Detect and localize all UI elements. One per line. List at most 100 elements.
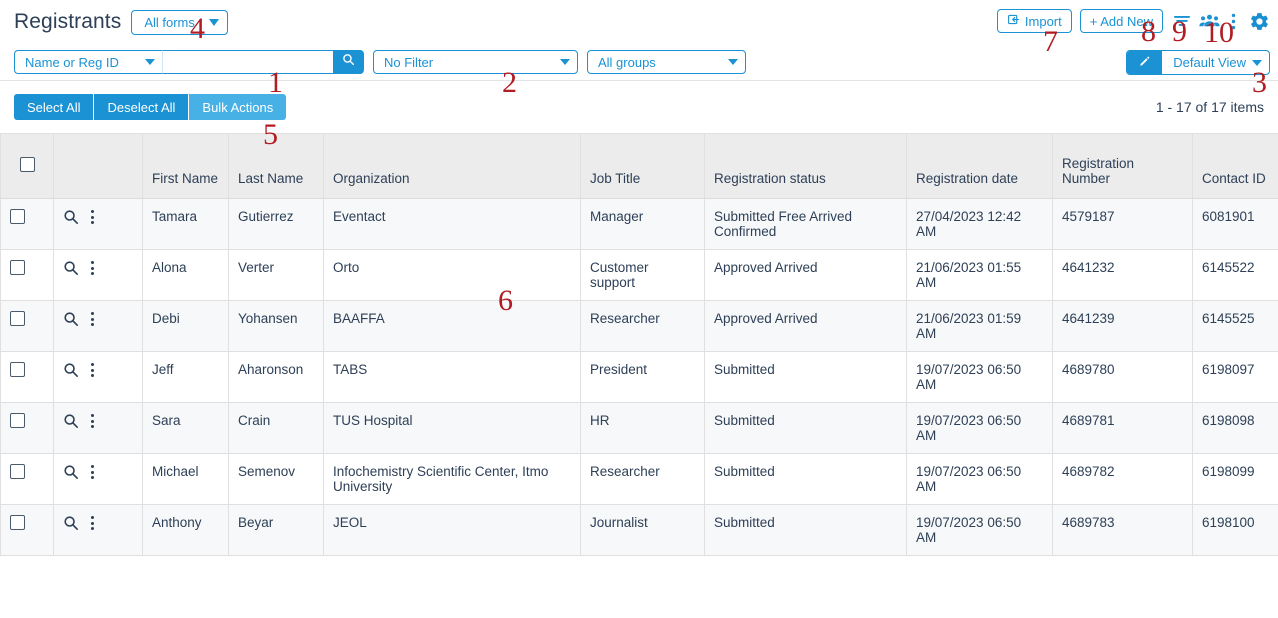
header-job-title[interactable]: Job Title bbox=[580, 133, 705, 199]
cell-organization: Orto bbox=[323, 249, 581, 301]
groups-filter-select[interactable]: All groups bbox=[587, 50, 746, 74]
table-head: First Name Last Name Organization Job Ti… bbox=[0, 133, 1278, 199]
view-details-icon[interactable] bbox=[63, 311, 79, 327]
view-details-icon[interactable] bbox=[63, 362, 79, 378]
table-row[interactable]: Michael Semenov Infochemistry Scientific C… bbox=[0, 453, 1278, 505]
view-selector[interactable]: Default View bbox=[1126, 50, 1270, 75]
row-actions-cell bbox=[53, 351, 143, 403]
deselect-all-button[interactable]: Deselect All bbox=[93, 94, 189, 120]
row-checkbox[interactable] bbox=[10, 413, 25, 428]
row-actions-cell bbox=[53, 402, 143, 454]
row-menu-icon[interactable] bbox=[91, 465, 94, 479]
row-select-cell bbox=[0, 198, 54, 250]
view-details-icon[interactable] bbox=[63, 209, 79, 225]
add-new-label: + Add New bbox=[1089, 13, 1153, 29]
search-input[interactable] bbox=[162, 50, 333, 74]
cell-job-title: Researcher bbox=[580, 300, 705, 352]
vertical-dots-icon[interactable] bbox=[1228, 13, 1239, 30]
row-checkbox[interactable] bbox=[10, 209, 25, 224]
top-bar-actions: Import + Add New bbox=[996, 9, 1270, 33]
cell-organization: BAAFFA bbox=[323, 300, 581, 352]
gear-icon[interactable] bbox=[1249, 11, 1270, 32]
cell-first-name: Anthony bbox=[142, 504, 229, 556]
cell-registration-status: Submitted bbox=[704, 351, 907, 403]
row-menu-icon[interactable] bbox=[91, 261, 94, 275]
cell-organization: Eventact bbox=[323, 198, 581, 250]
table-row[interactable]: Debi Yohansen BAAFFA Researcher Approved Arr… bbox=[0, 300, 1278, 352]
chevron-down-icon bbox=[728, 59, 738, 65]
row-menu-icon[interactable] bbox=[91, 312, 94, 326]
cell-organization: TUS Hospital bbox=[323, 402, 581, 454]
all-forms-select[interactable]: All forms bbox=[131, 9, 228, 35]
search-field-select[interactable]: Name or Reg ID bbox=[14, 50, 162, 74]
view-details-icon[interactable] bbox=[63, 260, 79, 276]
cell-last-name: Yohansen bbox=[228, 300, 324, 352]
row-checkbox[interactable] bbox=[10, 311, 25, 326]
search-button[interactable] bbox=[333, 50, 364, 74]
cell-registration-number: 4579187 bbox=[1052, 198, 1193, 250]
cell-registration-number: 4689782 bbox=[1052, 453, 1193, 505]
chevron-down-icon bbox=[145, 59, 155, 65]
table-header-row: First Name Last Name Organization Job Ti… bbox=[0, 133, 1278, 199]
table-row[interactable]: Tamara Gutierrez Eventact Manager Submitted … bbox=[0, 198, 1278, 250]
groups-filter-label: All groups bbox=[598, 54, 656, 70]
cell-job-title: President bbox=[580, 351, 705, 403]
view-details-icon[interactable] bbox=[63, 413, 79, 429]
row-checkbox[interactable] bbox=[10, 464, 25, 479]
row-menu-icon[interactable] bbox=[91, 210, 94, 224]
edit-view-button[interactable] bbox=[1127, 51, 1163, 74]
cell-organization: Infochemistry Scientific Center, Itmo Un… bbox=[323, 453, 581, 505]
header-actions-cell bbox=[53, 133, 143, 199]
cell-first-name: Debi bbox=[142, 300, 229, 352]
cell-contact-id: 6081901 bbox=[1192, 198, 1278, 250]
row-checkbox[interactable] bbox=[10, 362, 25, 377]
search-icon bbox=[342, 53, 355, 71]
cell-registration-status: Submitted bbox=[704, 504, 907, 556]
cell-registration-date: 19/07/2023 06:50 AM bbox=[906, 351, 1053, 403]
cell-last-name: Gutierrez bbox=[228, 198, 324, 250]
header-last-name[interactable]: Last Name bbox=[228, 133, 324, 199]
select-all-checkbox[interactable] bbox=[19, 157, 35, 172]
table-row[interactable]: Jeff Aharonson TABS President Submitted 19/07… bbox=[0, 351, 1278, 403]
cell-job-title: Manager bbox=[580, 198, 705, 250]
header-organization[interactable]: Organization bbox=[323, 133, 581, 199]
cell-registration-date: 21/06/2023 01:59 AM bbox=[906, 300, 1053, 352]
header-registration-number[interactable]: Registration Number bbox=[1052, 133, 1193, 199]
cell-contact-id: 6145522 bbox=[1192, 249, 1278, 301]
row-menu-icon[interactable] bbox=[91, 414, 94, 428]
row-menu-icon[interactable] bbox=[91, 363, 94, 377]
people-group-icon[interactable] bbox=[1199, 13, 1220, 29]
cell-registration-date: 21/06/2023 01:55 AM bbox=[906, 249, 1053, 301]
cell-last-name: Crain bbox=[228, 402, 324, 454]
row-menu-icon[interactable] bbox=[91, 516, 94, 530]
bulk-actions-button[interactable]: Bulk Actions bbox=[188, 94, 287, 120]
add-new-button[interactable]: + Add New bbox=[1079, 9, 1163, 33]
select-all-button[interactable]: Select All bbox=[14, 94, 94, 120]
cell-registration-date: 27/04/2023 12:42 AM bbox=[906, 198, 1053, 250]
cell-registration-number: 4641239 bbox=[1052, 300, 1193, 352]
header-registration-date[interactable]: Registration date bbox=[906, 133, 1053, 199]
table-row[interactable]: Sara Crain TUS Hospital HR Submitted 19/07/20… bbox=[0, 402, 1278, 454]
header-contact-id[interactable]: Contact ID bbox=[1192, 133, 1278, 199]
cell-organization: TABS bbox=[323, 351, 581, 403]
table-row[interactable]: Anthony Beyar JEOL Journalist Submitted 19/07… bbox=[0, 504, 1278, 556]
view-details-icon[interactable] bbox=[63, 464, 79, 480]
row-checkbox[interactable] bbox=[10, 515, 25, 530]
header-registration-status[interactable]: Registration status bbox=[704, 133, 907, 199]
view-details-icon[interactable] bbox=[63, 515, 79, 531]
sort-descending-icon[interactable] bbox=[1173, 13, 1191, 29]
table-row[interactable]: Alona Verter Orto Customer support Approved … bbox=[0, 249, 1278, 301]
status-filter-label: No Filter bbox=[384, 54, 434, 70]
cell-registration-status: Approved Arrived bbox=[704, 249, 907, 301]
pencil-icon bbox=[1139, 54, 1151, 72]
row-checkbox[interactable] bbox=[10, 260, 25, 275]
import-button[interactable]: Import bbox=[996, 9, 1072, 33]
cell-registration-date: 19/07/2023 06:50 AM bbox=[906, 402, 1053, 454]
header-first-name[interactable]: First Name bbox=[142, 133, 229, 199]
cell-first-name: Alona bbox=[142, 249, 229, 301]
cell-job-title: HR bbox=[580, 402, 705, 454]
cell-first-name: Michael bbox=[142, 453, 229, 505]
status-filter-select[interactable]: No Filter bbox=[373, 50, 578, 74]
cell-registration-date: 19/07/2023 06:50 AM bbox=[906, 453, 1053, 505]
registrants-table-wrapper: First Name Last Name Organization Job Ti… bbox=[0, 133, 1278, 556]
